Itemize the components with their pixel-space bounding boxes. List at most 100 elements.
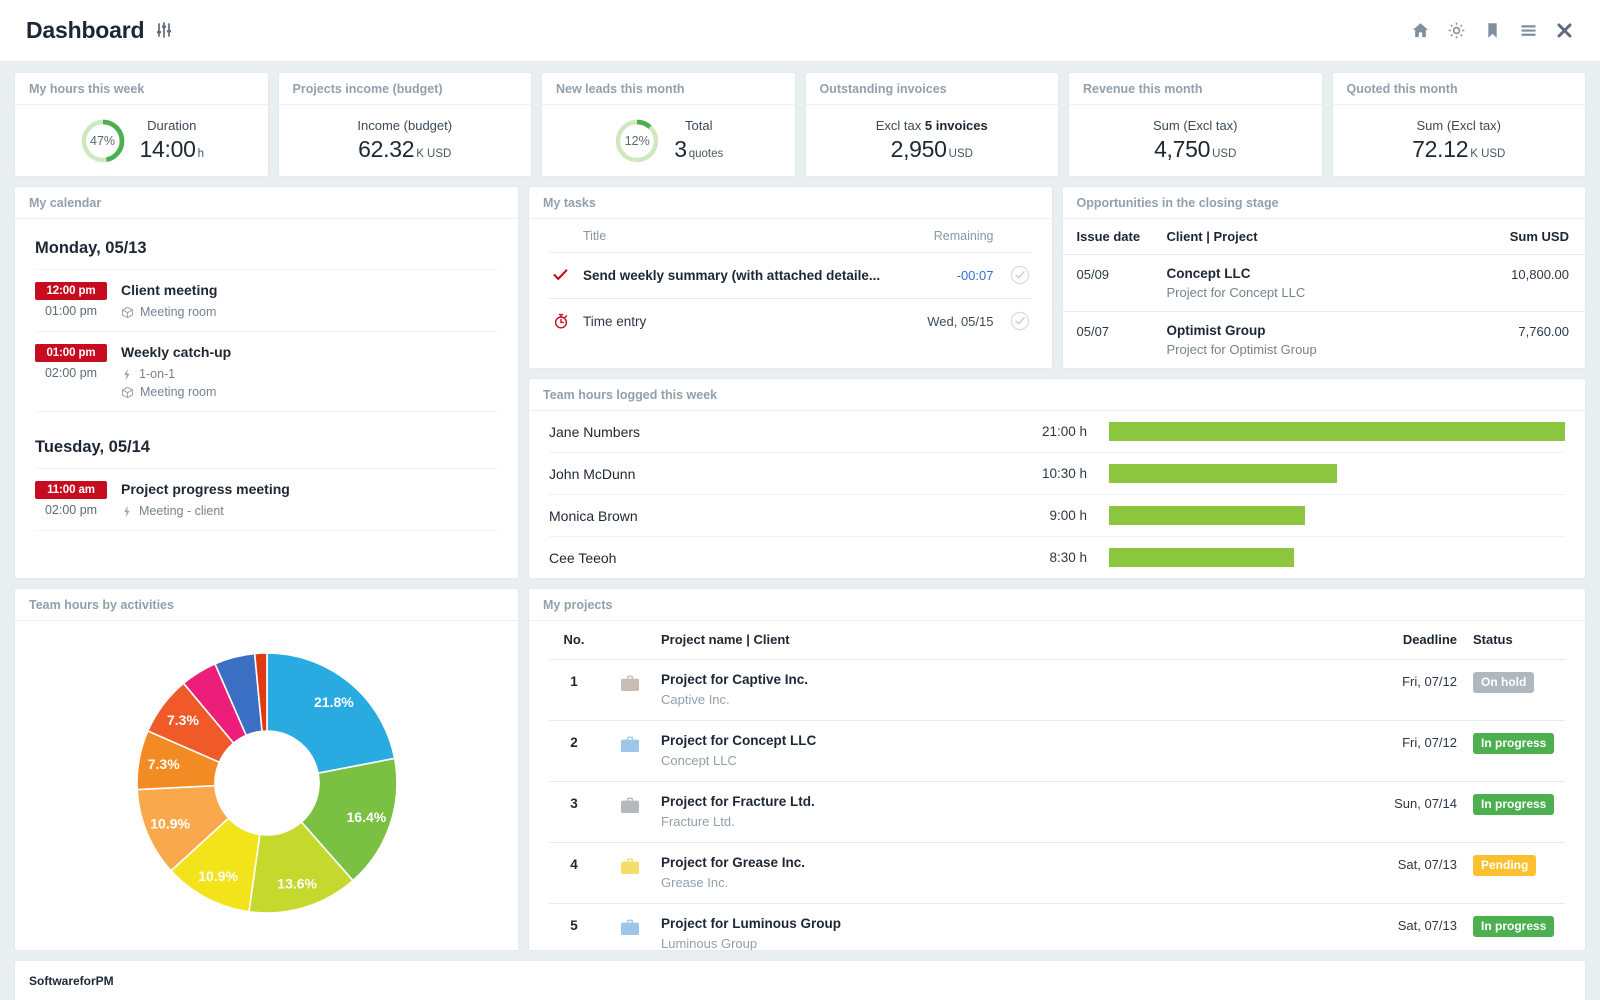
sliders-icon[interactable] — [154, 20, 174, 45]
team-hours-logged-card: Team hours logged this week Jane Numbers… — [528, 378, 1586, 579]
team-hours-row[interactable]: John McDunn 10:30 h — [549, 452, 1565, 494]
opp-sum: 7,760.00 — [1459, 323, 1569, 357]
project-name: Project for Grease Inc. — [661, 855, 1369, 870]
opportunity-row[interactable]: 05/07 Optimist Group Project for Optimis… — [1063, 311, 1586, 368]
calendar-event[interactable]: 11:00 am 02:00 pm Project progress meeti… — [35, 468, 498, 530]
project-row[interactable]: 2 Project for Concept LLC Concept LLC Fr… — [549, 720, 1565, 781]
task-complete-toggle[interactable] — [1010, 311, 1032, 331]
opp-client: Concept LLC — [1167, 266, 1460, 281]
kpi-value-wrap: 14:00h — [140, 136, 204, 163]
opportunities-card: Opportunities in the closing stage Issue… — [1062, 186, 1587, 369]
tasks-col-title: Title — [549, 229, 934, 243]
kpi-texts: Sum (Excl tax) 72.12K USD — [1412, 118, 1505, 164]
task-row[interactable]: Time entry Wed, 05/15 — [549, 298, 1032, 344]
kpi-subtitle: Excl tax 5 invoices — [876, 118, 988, 135]
home-icon[interactable] — [1411, 21, 1430, 40]
project-row[interactable]: 4 Project for Grease Inc. Grease Inc. Sa… — [549, 842, 1565, 903]
kpi-card-new-leads[interactable]: New leads this month 12% Total 3quotes — [541, 72, 796, 177]
bolt-icon — [121, 368, 133, 381]
event-start-badge: 11:00 am — [35, 481, 107, 499]
kpi-subtitle: Sum (Excl tax) — [1153, 118, 1238, 135]
event-title: Project progress meeting — [121, 481, 498, 497]
project-name-group: Project for Captive Inc. Captive Inc. — [661, 672, 1369, 707]
project-row[interactable]: 3 Project for Fracture Ltd. Fracture Ltd… — [549, 781, 1565, 842]
team-member-hours: 9:00 h — [849, 508, 1109, 523]
status-badge: On hold — [1473, 672, 1534, 693]
my-tasks-card: My tasks Title Remaining — [528, 186, 1053, 369]
project-number: 3 — [549, 794, 599, 811]
team-hours-by-activities-card: Team hours by activities 21.8%16.4%13.6%… — [14, 588, 519, 951]
bookmark-icon[interactable] — [1483, 21, 1502, 40]
room-icon — [121, 306, 134, 319]
donut-slice-label: 10.9% — [150, 815, 190, 831]
kpi-card-quoted[interactable]: Quoted this month Sum (Excl tax) 72.12K … — [1332, 72, 1587, 177]
status-badge: Pending — [1473, 855, 1536, 876]
menu-icon[interactable] — [1519, 21, 1538, 40]
close-icon[interactable] — [1555, 21, 1574, 40]
project-row[interactable]: 1 Project for Captive Inc. Captive Inc. … — [549, 659, 1565, 720]
kpi-body: Sum (Excl tax) 4,750USD — [1069, 105, 1322, 176]
tasks-title: My tasks — [529, 187, 1052, 219]
team-hours-row[interactable]: Monica Brown 9:00 h — [549, 494, 1565, 536]
task-row[interactable]: Send weekly summary (with attached detai… — [549, 252, 1032, 298]
kpi-row: My hours this week 47% Duration 14:00h — [14, 72, 1586, 177]
kpi-body: 47% Duration 14:00h — [15, 105, 268, 176]
kpi-card-revenue[interactable]: Revenue this month Sum (Excl tax) 4,750U… — [1068, 72, 1323, 177]
kpi-value-wrap: 2,950USD — [876, 136, 988, 163]
opportunity-row[interactable]: 05/09 Concept LLC Project for Concept LL… — [1063, 254, 1586, 311]
project-name: Project for Luminous Group — [661, 916, 1369, 931]
team-hours-row[interactable]: Cee Teeoh 8:30 h — [549, 536, 1565, 578]
donut-slice[interactable] — [267, 653, 395, 773]
footer-brand: SoftwareforPM — [29, 974, 114, 988]
event-end-time: 02:00 pm — [35, 366, 107, 380]
project-number: 4 — [549, 855, 599, 872]
proj-col-deadline: Deadline — [1369, 632, 1473, 647]
calendar-event[interactable]: 01:00 pm 02:00 pm Weekly catch-up — [35, 331, 498, 411]
task-complete-toggle[interactable] — [1010, 265, 1032, 285]
team-hours-row[interactable]: Jane Numbers 21:00 h — [549, 411, 1565, 452]
kpi-body: Sum (Excl tax) 72.12K USD — [1333, 105, 1586, 176]
footer: SoftwareforPM — [14, 960, 1586, 1000]
tasks-body: Send weekly summary (with attached detai… — [529, 252, 1052, 344]
kpi-unit: h — [198, 148, 204, 160]
team-member-name: Cee Teeoh — [549, 550, 849, 566]
kpi-subtitle: Total — [674, 118, 723, 135]
opp-col-date: Issue date — [1077, 229, 1167, 244]
project-number: 1 — [549, 672, 599, 689]
donut-chart-svg: 21.8%16.4%13.6%10.9%10.9%7.3%7.3% — [117, 633, 417, 933]
kpi-card-my-hours[interactable]: My hours this week 47% Duration 14:00h — [14, 72, 269, 177]
my-calendar-card: My calendar Monday, 05/13 12:00 pm 01:00… — [14, 186, 519, 579]
opp-col-sum: Sum USD — [1459, 229, 1569, 244]
project-client: Fracture Ltd. — [661, 814, 1369, 829]
event-meta-text: Meeting - client — [139, 504, 224, 518]
team-bar-track — [1109, 506, 1565, 525]
event-title: Weekly catch-up — [121, 344, 498, 360]
project-client: Luminous Group — [661, 936, 1369, 950]
kpi-value-wrap: 4,750USD — [1153, 136, 1238, 163]
kpi-card-projects-income[interactable]: Projects income (budget) Income (budget)… — [278, 72, 533, 177]
task-title: Send weekly summary (with attached detai… — [583, 268, 957, 283]
donut-slice-label: 7.3% — [147, 756, 179, 772]
kpi-subtitle: Income (budget) — [357, 118, 452, 135]
event-time: 01:00 pm 02:00 pm — [35, 343, 107, 399]
gear-icon[interactable] — [1447, 21, 1466, 40]
calendar-event[interactable]: 12:00 pm 01:00 pm Client meeting — [35, 269, 498, 331]
event-meta-type: Meeting - client — [121, 504, 498, 518]
event-main: Weekly catch-up 1-on-1 — [121, 343, 498, 399]
projects-title: My projects — [529, 589, 1585, 621]
opp-client-group: Optimist Group Project for Optimist Grou… — [1167, 323, 1460, 357]
team-member-hours: 8:30 h — [849, 550, 1109, 565]
project-name-group: Project for Fracture Ltd. Fracture Ltd. — [661, 794, 1369, 829]
team-hours-title: Team hours logged this week — [529, 379, 1585, 411]
project-name-group: Project for Concept LLC Concept LLC — [661, 733, 1369, 768]
kpi-value-wrap: 72.12K USD — [1412, 136, 1505, 163]
kpi-texts: Excl tax 5 invoices 2,950USD — [876, 118, 988, 164]
team-bar-track — [1109, 464, 1565, 483]
opp-client: Optimist Group — [1167, 323, 1460, 338]
project-client: Concept LLC — [661, 753, 1369, 768]
kpi-card-outstanding-invoices[interactable]: Outstanding invoices Excl tax 5 invoices… — [805, 72, 1060, 177]
briefcase-icon — [599, 672, 661, 694]
team-member-hours: 10:30 h — [849, 466, 1109, 481]
opp-client-group: Concept LLC Project for Concept LLC — [1167, 266, 1460, 300]
project-row[interactable]: 5 Project for Luminous Group Luminous Gr… — [549, 903, 1565, 950]
